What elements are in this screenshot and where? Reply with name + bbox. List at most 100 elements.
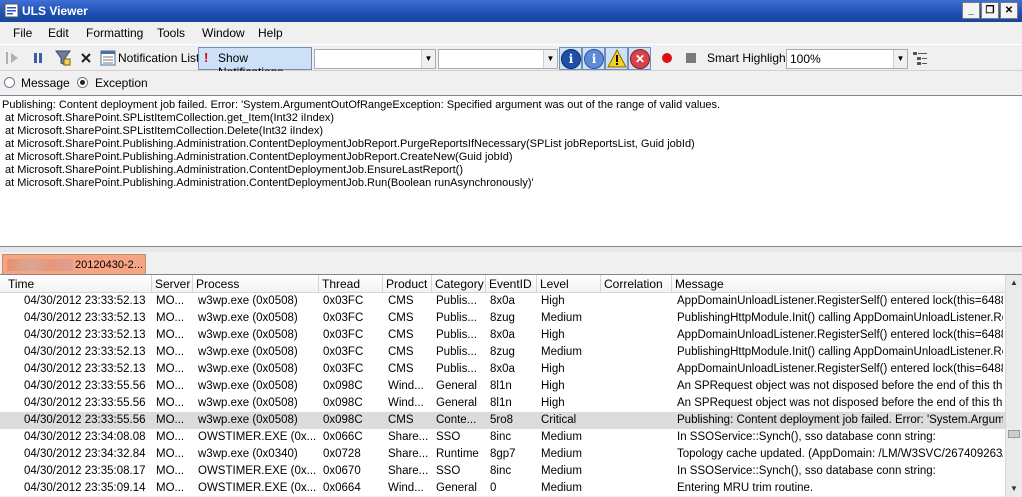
cell-category: Publis... (436, 363, 477, 375)
column-header-server[interactable]: Server (152, 275, 193, 293)
details-text[interactable]: Publishing: Content deployment job faile… (0, 95, 1022, 247)
menu-help[interactable]: Help (258, 26, 283, 40)
pause-icon[interactable] (32, 48, 44, 68)
log-file-tab[interactable]: 20120430-2... (2, 254, 146, 274)
table-row[interactable]: 04/30/2012 23:33:52.13 MO... w3wp.exe (0x0… (0, 361, 1005, 378)
close-icon[interactable] (79, 48, 93, 68)
cell-server: MO... (156, 312, 185, 324)
chevron-down-icon: ▼ (543, 50, 557, 68)
menu-file[interactable]: File (13, 26, 32, 40)
cell-level: Medium (541, 448, 582, 460)
exception-radio-label[interactable]: Exception (95, 76, 148, 90)
table-row[interactable]: 04/30/2012 23:35:09.14 MO... OWSTIMER.EXE … (0, 480, 1005, 497)
close-window-button[interactable]: ✕ (1000, 2, 1018, 19)
details-line: at Microsoft.SharePoint.Publishing.Admin… (2, 151, 513, 163)
table-row[interactable]: 04/30/2012 23:33:55.56 MO... w3wp.exe (0x0… (0, 412, 1005, 429)
cell-category: Publis... (436, 346, 477, 358)
cell-product: Share... (388, 448, 429, 460)
zoom-value: 100% (790, 52, 821, 66)
message-radio-label[interactable]: Message (21, 76, 70, 90)
filter-icon[interactable] (55, 48, 71, 68)
table-row[interactable]: 04/30/2012 23:33:52.13 MO... w3wp.exe (0x0… (0, 310, 1005, 327)
cell-time: 04/30/2012 23:35:08.17 (24, 465, 146, 477)
cell-thread: 0x03FC (323, 295, 364, 307)
exception-radio[interactable] (77, 77, 88, 88)
smart-highlight-label: Smart Highlight (707, 51, 790, 65)
column-header-process[interactable]: Process (193, 275, 319, 293)
cell-time: 04/30/2012 23:33:52.13 (24, 363, 146, 375)
toolbar: Notification List ! Show Notifications ▼… (0, 44, 1022, 79)
column-header-thread[interactable]: Thread (319, 275, 383, 293)
cell-product: Wind... (388, 397, 424, 409)
settings-icon[interactable] (912, 48, 928, 68)
cell-time: 04/30/2012 23:33:52.13 (24, 295, 146, 307)
menu-bar: File Edit Formatting Tools Window Help (0, 22, 1022, 44)
cell-level: Medium (541, 482, 582, 494)
cell-message: An SPRequest object was not disposed bef… (677, 380, 1003, 392)
menu-edit[interactable]: Edit (48, 26, 69, 40)
cell-message: In SSOService::Synch(), sso database con… (677, 465, 936, 477)
play-icon[interactable] (6, 48, 20, 68)
column-header-message[interactable]: Message (672, 275, 1005, 293)
scroll-thumb[interactable] (1008, 430, 1020, 438)
cell-eventid: 8zug (490, 312, 515, 324)
cell-server: MO... (156, 329, 185, 341)
vertical-scrollbar[interactable]: ▲ ▼ (1005, 275, 1022, 497)
table-row[interactable]: 04/30/2012 23:33:52.13 MO... w3wp.exe (0x0… (0, 327, 1005, 344)
menu-formatting[interactable]: Formatting (86, 26, 143, 40)
cell-message: AppDomainUnloadListener.RegisterSelf() e… (677, 295, 1003, 307)
critical-icon: i (561, 49, 581, 69)
chevron-down-icon: ▼ (421, 50, 435, 68)
menu-tools[interactable]: Tools (157, 26, 185, 40)
show-notifications-button[interactable]: ! Show Notifications (198, 47, 312, 79)
details-line: at Microsoft.SharePoint.Publishing.Admin… (2, 138, 695, 150)
restore-button[interactable]: ❐ (981, 2, 999, 19)
menu-window[interactable]: Window (202, 26, 245, 40)
cell-time: 04/30/2012 23:33:55.56 (24, 380, 146, 392)
info-icon: i (584, 49, 604, 69)
cell-message: AppDomainUnloadListener.RegisterSelf() e… (677, 329, 1003, 341)
scroll-up-icon[interactable]: ▲ (1006, 275, 1022, 291)
stop-icon[interactable] (684, 48, 698, 68)
cell-time: 04/30/2012 23:33:52.13 (24, 329, 146, 341)
cell-server: MO... (156, 380, 185, 392)
record-icon[interactable] (660, 48, 674, 68)
table-row[interactable]: 04/30/2012 23:35:08.17 MO... OWSTIMER.EXE … (0, 463, 1005, 480)
column-header-eventid[interactable]: EventID (486, 275, 537, 293)
column-header-time[interactable]: Time (5, 275, 152, 293)
cell-thread: 0x0670 (323, 465, 361, 477)
cell-process: w3wp.exe (0x0340) (198, 448, 298, 460)
cell-message: PublishingHttpModule.Init() calling AppD… (677, 346, 1003, 358)
cell-product: CMS (388, 329, 414, 341)
message-radio[interactable] (4, 77, 15, 88)
cell-thread: 0x03FC (323, 312, 364, 324)
table-row[interactable]: 04/30/2012 23:33:52.13 MO... w3wp.exe (0x0… (0, 293, 1005, 310)
cell-product: CMS (388, 414, 414, 426)
table-row[interactable]: 04/30/2012 23:33:55.56 MO... w3wp.exe (0x0… (0, 395, 1005, 412)
cell-eventid: 8inc (490, 465, 512, 477)
notification-list-button[interactable]: Notification List (118, 51, 199, 65)
scroll-down-icon[interactable]: ▼ (1006, 481, 1022, 497)
table-row[interactable]: 04/30/2012 23:34:32.84 MO... w3wp.exe (0x0… (0, 446, 1005, 463)
warning-icon (607, 49, 627, 68)
column-header-category[interactable]: Category (432, 275, 486, 293)
table-row[interactable]: 04/30/2012 23:33:52.13 MO... w3wp.exe (0x0… (0, 344, 1005, 361)
cell-thread: 0x03FC (323, 363, 364, 375)
filter-combo-1[interactable]: ▼ (314, 49, 436, 69)
cell-category: Runtime (436, 448, 479, 460)
cell-time: 04/30/2012 23:34:32.84 (24, 448, 146, 460)
table-row[interactable]: 04/30/2012 23:33:55.56 MO... w3wp.exe (0x0… (0, 378, 1005, 395)
column-header-level[interactable]: Level (537, 275, 601, 293)
filter-combo-2[interactable]: ▼ (438, 49, 558, 69)
zoom-combo[interactable]: 100% ▼ (786, 49, 908, 69)
cell-product: Share... (388, 465, 429, 477)
cell-category: General (436, 380, 477, 392)
column-header-product[interactable]: Product (383, 275, 432, 293)
cell-product: Share... (388, 431, 429, 443)
cell-time: 04/30/2012 23:35:09.14 (24, 482, 146, 494)
column-header-correlation[interactable]: Correlation (601, 275, 672, 293)
minimize-button[interactable]: _ (962, 2, 980, 19)
cell-level: High (541, 295, 565, 307)
table-row[interactable]: 04/30/2012 23:34:08.08 MO... OWSTIMER.EXE … (0, 429, 1005, 446)
cell-category: General (436, 482, 477, 494)
